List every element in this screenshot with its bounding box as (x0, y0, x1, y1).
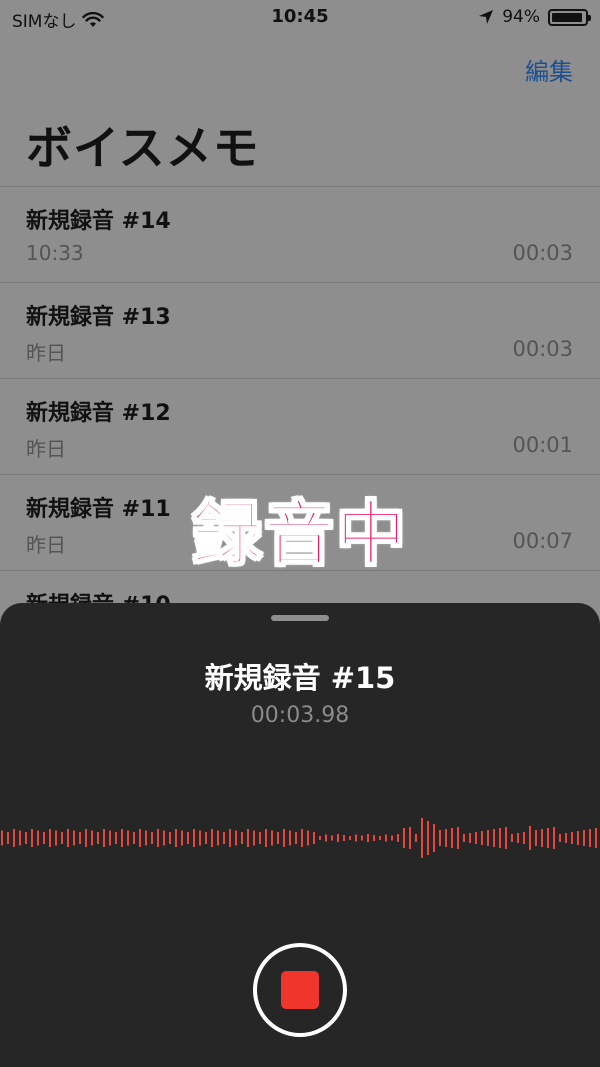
status-right: 94% (478, 7, 591, 27)
sheet-grabber[interactable] (271, 615, 329, 621)
recording-sheet: 新規録音 #15 00:03.98 (0, 603, 600, 1067)
recording-title: 新規録音 #14 (26, 209, 171, 234)
recording-duration: 00:03 (512, 241, 573, 265)
page-title: ボイスメモ (26, 121, 260, 175)
status-bar: SIMなし 10:45 94% (0, 0, 600, 34)
current-recording-title: 新規録音 #15 (204, 661, 396, 695)
recording-title: 新規録音 #11 (26, 497, 171, 522)
recording-duration: 00:07 (512, 529, 573, 553)
list-item[interactable]: 新規録音 #12 昨日 00:01 (0, 378, 600, 474)
recording-date: 昨日 (26, 341, 66, 365)
recording-date: 10:33 (26, 241, 84, 265)
recordings-list: 新規録音 #14 10:33 00:03 新規録音 #13 昨日 00:03 新… (0, 186, 600, 666)
battery-percent: 94% (502, 7, 540, 27)
battery-fill (552, 12, 582, 22)
list-item[interactable]: 新規録音 #13 昨日 00:03 (0, 282, 600, 378)
current-recording-time: 00:03.98 (250, 703, 350, 728)
recording-overlay-label: 録音中 (191, 492, 408, 576)
recording-date: 昨日 (26, 437, 66, 461)
recording-date: 昨日 (26, 533, 66, 557)
location-arrow-icon (479, 10, 494, 24)
waveform (1, 818, 597, 858)
recording-title: 新規録音 #12 (26, 401, 171, 426)
battery-icon (548, 8, 591, 26)
stop-button[interactable] (253, 943, 347, 1037)
edit-button[interactable]: 編集 (525, 52, 573, 87)
recording-title: 新規録音 #13 (26, 305, 171, 330)
recording-duration: 00:03 (512, 337, 573, 361)
stop-icon (281, 971, 319, 1009)
recording-duration: 00:01 (512, 433, 573, 457)
list-item[interactable]: 新規録音 #14 10:33 00:03 (0, 186, 600, 282)
